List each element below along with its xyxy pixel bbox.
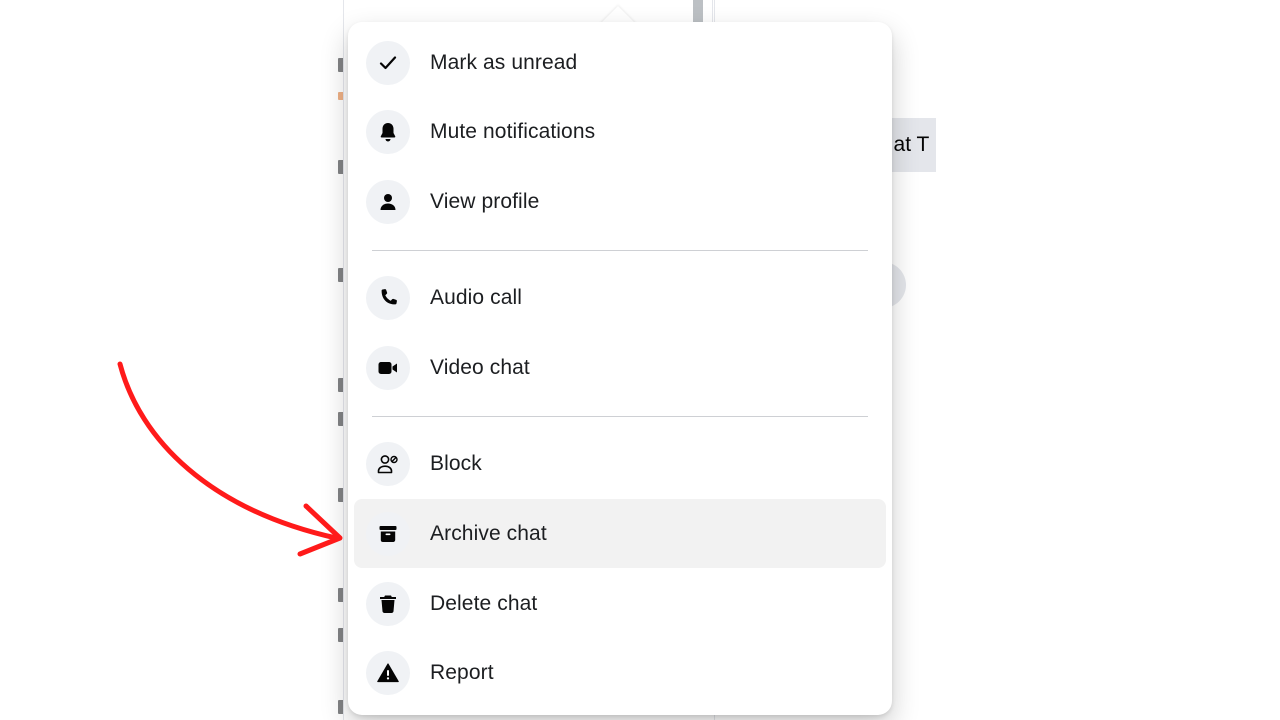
menu-item-video-chat[interactable]: Video chat <box>354 333 886 402</box>
menu-item-label: Archive chat <box>430 521 547 545</box>
menu-item-audio-call[interactable]: Audio call <box>354 263 886 332</box>
archive-box-icon <box>366 511 410 556</box>
menu-item-report[interactable]: Report <box>354 638 886 707</box>
menu-item-label: Block <box>430 451 482 475</box>
menu-item-archive-chat[interactable]: Archive chat <box>354 499 886 568</box>
menu-item-view-profile[interactable]: View profile <box>354 167 886 236</box>
video-camera-icon <box>366 345 410 390</box>
menu-item-label: Mark as unread <box>430 50 578 74</box>
chat-context-menu: Mark as unread Mute notifications View p… <box>348 22 892 715</box>
menu-item-label: Mute notifications <box>430 119 596 143</box>
trash-icon <box>366 581 410 626</box>
annotation-arrow <box>117 361 343 557</box>
menu-separator <box>372 250 868 251</box>
menu-item-label: View profile <box>430 189 540 213</box>
menu-item-label: Video chat <box>430 355 530 379</box>
bell-icon <box>366 109 410 154</box>
menu-item-label: Delete chat <box>430 591 538 615</box>
menu-item-block[interactable]: Block <box>354 429 886 498</box>
screen: a at T Mark as unread Mute notifications <box>0 0 1280 720</box>
menu-item-mark-as-unread[interactable]: Mark as unread <box>354 28 886 97</box>
person-icon <box>366 179 410 224</box>
menu-item-label: Audio call <box>430 285 523 309</box>
warning-triangle-icon <box>366 650 410 695</box>
menu-separator <box>372 416 868 417</box>
menu-item-delete-chat[interactable]: Delete chat <box>354 569 886 638</box>
phone-icon <box>366 275 410 320</box>
menu-item-mute-notifications[interactable]: Mute notifications <box>354 97 886 166</box>
block-user-icon <box>366 441 410 486</box>
menu-item-label: Report <box>430 660 494 684</box>
checkmark-icon <box>366 40 410 85</box>
